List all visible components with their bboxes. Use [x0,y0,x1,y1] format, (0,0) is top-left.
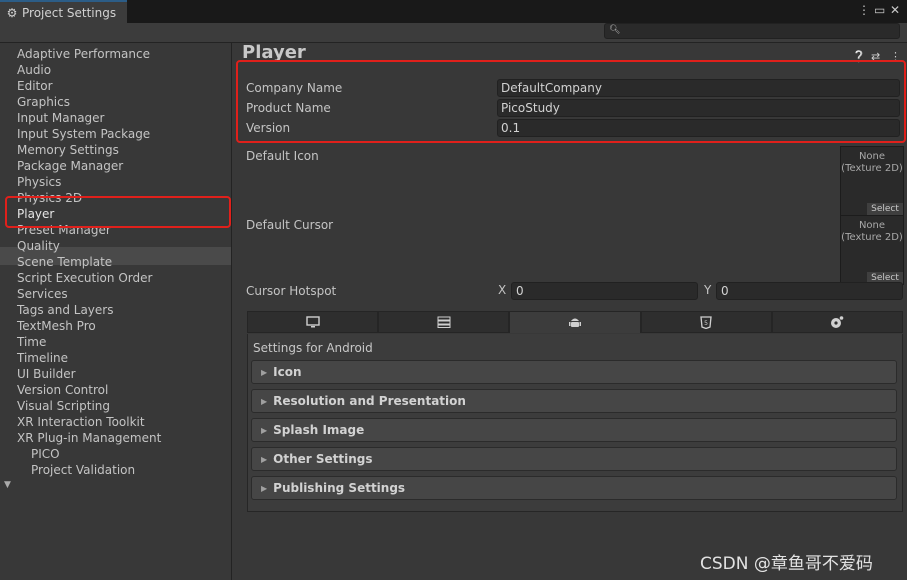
foldout-arrow-icon: ▶ [261,483,268,493]
product-name-field[interactable]: PicoStudy [497,99,900,117]
foldout-arrow-icon: ▶ [261,454,268,464]
svg-text:5: 5 [704,320,708,327]
tab-title: Project Settings [22,5,117,20]
gear-icon: ⚙ [6,5,18,20]
sidebar-item-script-execution-order[interactable]: Script Execution Order [17,270,152,286]
hotspot-y-label: Y [704,283,712,297]
default-icon-label: Default Icon [246,149,319,163]
foldout-publishing-settings[interactable]: ▶ Publishing Settings [251,476,897,500]
foldout-splash-image[interactable]: ▶ Splash Image [251,418,897,442]
server-icon [437,316,451,328]
tab-android[interactable] [509,311,641,333]
tab-standalone[interactable] [247,311,379,333]
sidebar-item-player[interactable]: Player [17,206,54,222]
foldout-label: Resolution and Presentation [273,394,466,408]
close-icon[interactable]: ✕ [890,3,900,17]
foldout-other-settings[interactable]: ▶ Other Settings [251,447,897,471]
default-cursor-none: None [858,220,886,231]
version-field[interactable]: 0.1 [497,119,900,137]
foldout-resolution[interactable]: ▶ Resolution and Presentation [251,389,897,413]
sidebar-item-package-manager[interactable]: Package Manager [17,158,123,174]
sidebar-item-input-system-package[interactable]: Input System Package [17,126,150,142]
help-icon[interactable]: ❔ [852,50,866,63]
sidebar-item-input-manager[interactable]: Input Manager [17,110,105,126]
sidebar-item-physics-2d[interactable]: Physics 2D [17,190,82,206]
foldout-arrow-icon: ▶ [261,396,268,406]
android-icon [569,316,581,329]
sidebar-item-physics[interactable]: Physics [17,174,61,190]
search-icon: 🔍︎ [609,25,621,35]
sidebar-item-adaptive-performance[interactable]: Adaptive Performance [17,46,150,62]
sidebar-item-memory-settings[interactable]: Memory Settings [17,142,119,158]
default-cursor-field[interactable]: None (Texture 2D) Select [840,215,904,285]
foldout-icon[interactable]: ▶ Icon [251,360,897,384]
hotspot-y-field[interactable]: 0 [716,282,903,300]
settings-for-label: Settings for Android [253,341,373,355]
sidebar-item-ui-builder[interactable]: UI Builder [17,366,76,382]
sidebar-item-quality[interactable]: Quality [17,238,60,254]
presets-icon[interactable]: ⇄ [871,50,880,63]
default-cursor-type: (Texture 2D) [841,232,903,243]
version-label: Version [246,121,291,135]
watermark: CSDN @章鱼哥不爱码 [700,554,873,574]
sidebar-item-xr-interaction-toolkit[interactable]: XR Interaction Toolkit [17,414,145,430]
cursor-hotspot-label: Cursor Hotspot [246,284,337,298]
hotspot-x-field[interactable]: 0 [511,282,698,300]
more-options-icon[interactable]: ⋮ [858,3,870,17]
default-cursor-label: Default Cursor [246,218,334,232]
tab-other-platform[interactable] [771,311,904,333]
disc-icon [830,315,844,329]
default-icon-select-button[interactable]: Select [867,203,903,215]
sidebar-subitem-pico[interactable]: PICO [31,446,60,462]
tab-server[interactable] [378,311,510,333]
default-icon-field[interactable]: None (Texture 2D) Select [840,146,904,216]
company-name-label: Company Name [246,81,343,95]
sidebar-item-xr-plug-in-management[interactable]: XR Plug-in Management [17,430,161,446]
sidebar-item-time[interactable]: Time [17,334,46,350]
company-name-field[interactable]: DefaultCompany [497,79,900,97]
platform-tabs: 5 [247,311,904,334]
project-settings-tab[interactable]: ⚙ Project Settings [0,0,127,23]
foldout-arrow-icon: ▶ [261,425,268,435]
sidebar-item-audio[interactable]: Audio [17,62,51,78]
foldout-label: Icon [273,365,302,379]
menu-icon[interactable]: ⋮ [890,50,901,63]
expand-arrow-icon[interactable]: ▼ [4,480,11,490]
default-icon-none: None [858,151,886,162]
foldout-label: Splash Image [273,423,365,437]
foldout-arrow-icon: ▶ [261,367,268,377]
sidebar-item-services[interactable]: Services [17,286,68,302]
foldout-label: Publishing Settings [273,481,406,495]
sidebar-item-editor[interactable]: Editor [17,78,53,94]
sidebar-subitem-project-validation[interactable]: Project Validation [31,462,135,478]
sidebar-item-scene-template[interactable]: Scene Template [17,254,112,270]
sidebar-item-tags-and-layers[interactable]: Tags and Layers [17,302,113,318]
maximize-icon[interactable]: ▭ [874,3,885,17]
monitor-icon [305,316,320,328]
sidebar-item-textmesh-pro[interactable]: TextMesh Pro [17,318,96,334]
foldout-label: Other Settings [273,452,373,466]
title-bar: ⚙ Project Settings ⋮ ▭ ✕ [0,0,907,23]
sidebar-item-timeline[interactable]: Timeline [17,350,68,366]
sidebar-item-graphics[interactable]: Graphics [17,94,70,110]
hotspot-x-label: X [498,283,507,297]
sidebar-item-visual-scripting[interactable]: Visual Scripting [17,398,110,414]
page-title: Player [242,42,306,63]
sidebar-item-version-control[interactable]: Version Control [17,382,108,398]
tab-webgl[interactable]: 5 [640,311,772,333]
search-input[interactable]: 🔍︎ [604,23,900,39]
product-name-label: Product Name [246,101,331,115]
default-icon-type: (Texture 2D) [841,163,903,174]
sidebar-item-preset-manager[interactable]: Preset Manager [17,222,111,238]
html5-icon: 5 [700,315,712,329]
